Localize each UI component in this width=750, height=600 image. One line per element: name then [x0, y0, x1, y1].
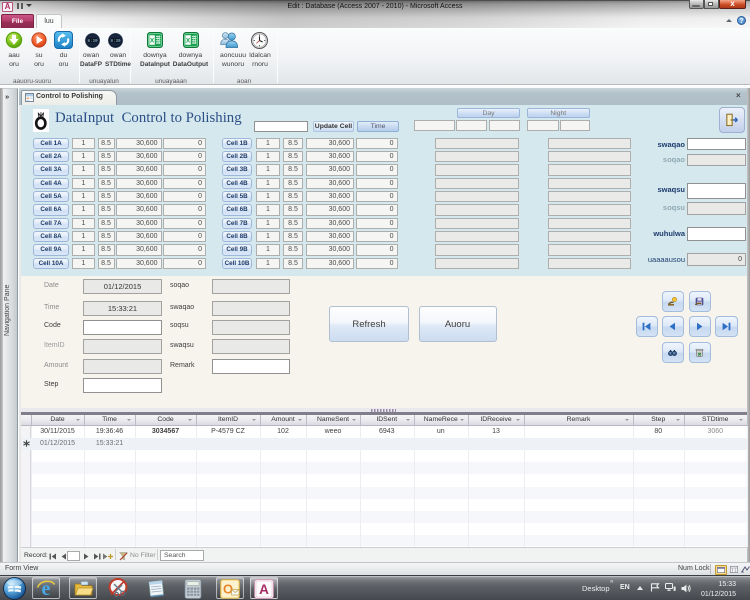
svg-text:A: A: [259, 582, 269, 597]
svg-text:X: X: [185, 37, 190, 44]
svg-text:8:30: 8:30: [110, 39, 121, 43]
svg-text:8:30: 8:30: [87, 39, 98, 43]
svg-text:X: X: [149, 37, 154, 44]
